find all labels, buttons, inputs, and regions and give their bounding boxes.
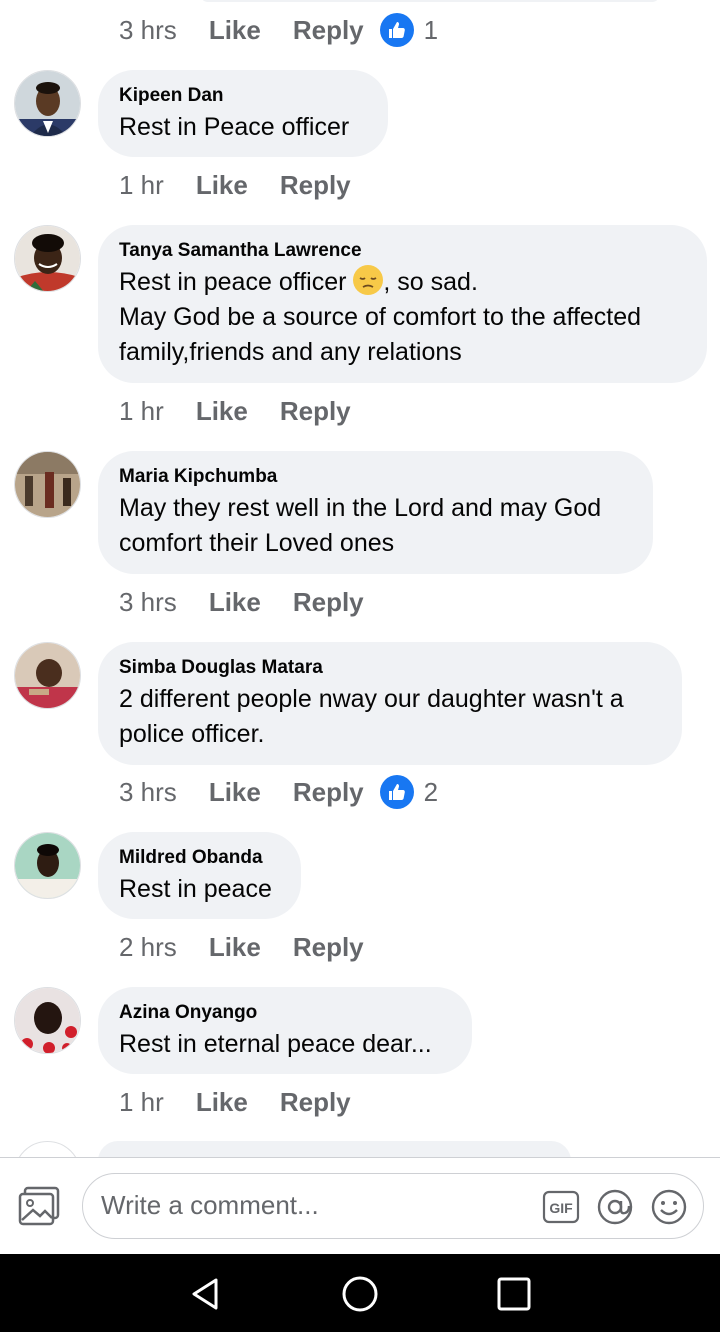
like-button[interactable]: Like	[209, 587, 261, 618]
reply-button[interactable]: Reply	[293, 15, 364, 46]
comment-time[interactable]: 3 hrs	[119, 587, 177, 618]
like-button[interactable]: Like	[196, 170, 248, 201]
reaction-count[interactable]: 1	[379, 13, 439, 47]
comment-text: Rest in peace	[119, 875, 272, 903]
comment-composer: Write a comment... GIF	[0, 1158, 720, 1254]
system-navigation-bar	[0, 1254, 720, 1332]
like-button[interactable]: Like	[196, 1087, 248, 1118]
comment-actions: 3 hrs Like Reply	[119, 582, 364, 622]
reply-button[interactable]: Reply	[280, 1087, 351, 1118]
comment-text: 2 different people nway our daughter was…	[119, 685, 624, 713]
comment-text: comfort their Loved ones	[119, 529, 395, 557]
comment-text: Rest in Peace officer	[119, 113, 350, 141]
like-button[interactable]: Like	[209, 15, 261, 46]
comment-bubble[interactable]: Simba Douglas Matara 2 different people …	[98, 642, 682, 765]
comment-bubble[interactable]	[98, 1141, 571, 1158]
comment-actions: 1 hr Like Reply	[119, 1082, 351, 1122]
home-icon[interactable]	[340, 1274, 380, 1314]
commenter-name[interactable]: Maria Kipchumba	[119, 465, 631, 489]
like-button[interactable]: Like	[209, 777, 261, 808]
reaction-number: 2	[423, 776, 439, 807]
avatar[interactable]	[14, 1141, 81, 1158]
gif-icon[interactable]: GIF	[542, 1190, 580, 1224]
commenter-name[interactable]: Kipeen Dan	[119, 84, 366, 108]
comment-bubble[interactable]: Azina Onyango Rest in eternal peace dear…	[98, 987, 472, 1074]
reply-button[interactable]: Reply	[293, 932, 364, 963]
comment-text: family,friends and any relations	[119, 338, 462, 366]
comment-bubble[interactable]: Kipeen Dan Rest in Peace officer	[98, 70, 388, 157]
reply-button[interactable]: Reply	[280, 170, 351, 201]
comment-time[interactable]: 1 hr	[119, 1087, 164, 1118]
reply-button[interactable]: Reply	[293, 587, 364, 618]
avatar[interactable]	[14, 225, 81, 292]
like-button[interactable]: Like	[209, 932, 261, 963]
comment-text: Rest in eternal peace dear...	[119, 1030, 432, 1058]
comment-actions: 2 hrs Like Reply	[119, 927, 364, 967]
at-icon[interactable]	[596, 1188, 634, 1226]
comment-input-placeholder: Write a comment...	[101, 1190, 319, 1220]
back-icon[interactable]	[186, 1274, 226, 1314]
commenter-name[interactable]: Tanya Samantha Lawrence	[119, 239, 685, 263]
comment-time[interactable]: 3 hrs	[119, 777, 177, 808]
commenter-name[interactable]: Azina Onyango	[119, 1001, 450, 1025]
svg-text:GIF: GIF	[549, 1200, 573, 1216]
comment-time[interactable]: 1 hr	[119, 396, 164, 427]
avatar[interactable]	[14, 987, 81, 1054]
comment-bubble[interactable]: Maria Kipchumba May they rest well in th…	[98, 451, 653, 574]
comment-text: police officer.	[119, 720, 265, 748]
comment-time[interactable]: 2 hrs	[119, 932, 177, 963]
thumbs-up-icon	[379, 13, 414, 47]
comment-bubble[interactable]: Mildred Obanda Rest in peace	[98, 832, 301, 919]
like-button[interactable]: Like	[196, 396, 248, 427]
comment-text: Rest in peace officer , so sad.	[119, 265, 685, 300]
avatar[interactable]	[14, 70, 81, 137]
comment-text-part: , so sad.	[383, 268, 478, 296]
commenter-name[interactable]: Simba Douglas Matara	[119, 656, 660, 680]
recents-icon[interactable]	[494, 1274, 534, 1314]
comments-feed: 3 hrs Like Reply 1 Kipeen Dan Rest in Pe…	[0, 0, 720, 1158]
avatar[interactable]	[14, 832, 81, 899]
comment-actions: 3 hrs Like Reply 2	[119, 772, 438, 812]
previous-bubble-edge	[200, 0, 660, 2]
comment-bubble[interactable]: Tanya Samantha Lawrence Rest in peace of…	[98, 225, 707, 383]
comment-actions: 1 hr Like Reply	[119, 391, 351, 431]
comment-actions: 3 hrs Like Reply 1	[119, 10, 438, 50]
thumbs-up-icon	[379, 775, 414, 809]
smile-icon[interactable]	[650, 1188, 688, 1226]
reaction-count[interactable]: 2	[379, 775, 439, 809]
comment-text: May they rest well in the Lord and may G…	[119, 494, 602, 522]
comment-text: May God be a source of comfort to the af…	[119, 303, 642, 331]
reaction-number: 1	[423, 14, 439, 45]
photo-icon[interactable]	[18, 1186, 62, 1226]
avatar[interactable]	[14, 642, 81, 709]
comment-input[interactable]: Write a comment... GIF	[82, 1173, 704, 1239]
comment-time[interactable]: 1 hr	[119, 170, 164, 201]
reply-button[interactable]: Reply	[293, 777, 364, 808]
pensive-face-icon	[353, 265, 384, 295]
comment-text-part: Rest in peace officer	[119, 268, 354, 296]
comment-actions: 1 hr Like Reply	[119, 165, 351, 205]
avatar[interactable]	[14, 451, 81, 518]
commenter-name[interactable]: Mildred Obanda	[119, 846, 279, 870]
reply-button[interactable]: Reply	[280, 396, 351, 427]
comment-time[interactable]: 3 hrs	[119, 15, 177, 46]
